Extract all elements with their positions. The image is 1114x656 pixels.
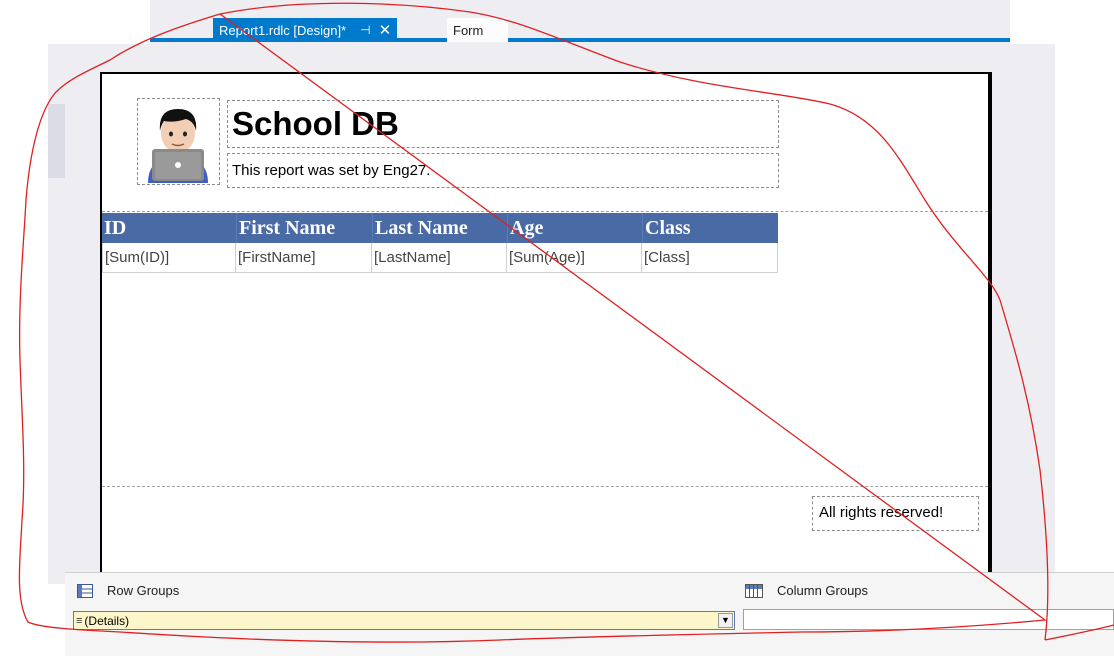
tab-form[interactable]: Form bbox=[447, 18, 508, 42]
page-footer-separator bbox=[102, 486, 988, 487]
table-header-cell[interactable]: Class bbox=[642, 213, 778, 243]
details-group-label: (Details) bbox=[84, 613, 130, 628]
report-footer-text: All rights reserved! bbox=[819, 504, 944, 521]
report-tablix[interactable]: ID First Name Last Name Age Class [Sum(I… bbox=[102, 213, 778, 273]
table-header-cell[interactable]: Age bbox=[507, 213, 642, 243]
chevron-down-icon[interactable]: ▼ bbox=[718, 613, 733, 628]
table-cell[interactable]: [Sum(ID)] bbox=[102, 243, 236, 273]
close-icon[interactable]: ✕ bbox=[379, 21, 392, 39]
row-groups-icon bbox=[77, 583, 93, 598]
report-title: School DB bbox=[232, 105, 399, 142]
report-subtitle: This report was set by Eng27. bbox=[232, 162, 431, 179]
table-row[interactable]: [Sum(ID)] [FirstName] [LastName] [Sum(Ag… bbox=[102, 243, 778, 273]
details-group-icon: ≡ bbox=[76, 614, 83, 627]
tab-form-label: Form bbox=[453, 22, 484, 38]
column-groups-icon bbox=[745, 583, 763, 598]
table-cell[interactable]: [LastName] bbox=[372, 243, 507, 273]
table-cell[interactable]: [Sum(Age)] bbox=[507, 243, 642, 273]
report-footer-textbox[interactable]: All rights reserved! bbox=[812, 496, 979, 531]
details-row-group[interactable]: ≡ (Details) ▼ bbox=[73, 611, 735, 630]
report-right-edge-handle[interactable] bbox=[988, 72, 992, 572]
table-header-cell[interactable]: First Name bbox=[236, 213, 372, 243]
table-header-cell[interactable]: ID bbox=[102, 213, 236, 243]
column-groups-label: Column Groups bbox=[777, 583, 869, 598]
table-header-row[interactable]: ID First Name Last Name Age Class bbox=[102, 213, 778, 243]
grouping-pane: Row Groups Column Groups ≡ (Details) ▼ bbox=[65, 572, 1114, 656]
table-cell[interactable]: [FirstName] bbox=[236, 243, 372, 273]
table-cell[interactable]: [Class] bbox=[642, 243, 778, 273]
column-groups-list[interactable] bbox=[743, 609, 1114, 630]
table-header-cell[interactable]: Last Name bbox=[372, 213, 507, 243]
row-groups-label: Row Groups bbox=[107, 583, 180, 598]
report-logo-image[interactable] bbox=[137, 98, 220, 185]
report-title-textbox[interactable]: School DB bbox=[227, 100, 779, 148]
column-groups-header: Column Groups bbox=[745, 583, 868, 598]
left-tool-strip bbox=[48, 44, 65, 584]
tab-report-design-label: Report1.rdlc [Design]* bbox=[219, 22, 347, 38]
row-groups-header: Row Groups bbox=[77, 583, 179, 598]
tab-report-design[interactable]: Report1.rdlc [Design]* ⊣ ✕ bbox=[213, 18, 398, 42]
page-header-separator bbox=[102, 211, 988, 212]
report-subtitle-textbox[interactable]: This report was set by Eng27. bbox=[227, 153, 779, 188]
person-with-laptop-icon bbox=[148, 109, 208, 183]
pin-icon[interactable]: ⊣ bbox=[360, 23, 370, 37]
